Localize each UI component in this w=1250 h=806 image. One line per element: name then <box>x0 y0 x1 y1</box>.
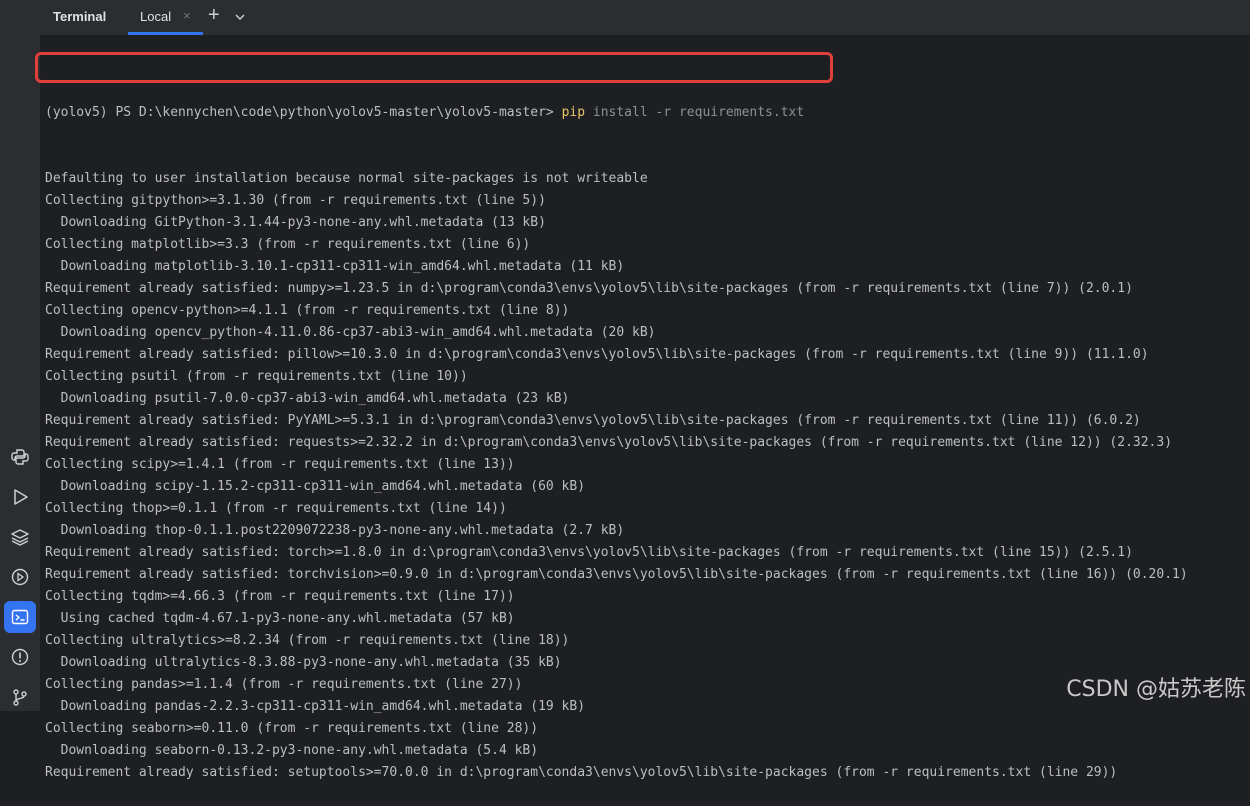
terminal-output-line: Collecting gitpython>=3.1.30 (from -r re… <box>45 193 546 208</box>
tool-window-sidebar <box>0 0 41 711</box>
terminal-output-line: Collecting tqdm>=4.66.3 (from -r require… <box>45 589 515 604</box>
terminal-output-line: Downloading scipy-1.15.2-cp311-cp311-win… <box>45 479 586 494</box>
git-icon[interactable] <box>4 681 36 713</box>
terminal-output-line: Downloading GitPython-3.1.44-py3-none-an… <box>45 215 546 230</box>
chevron-down-icon[interactable] <box>234 11 246 26</box>
terminal-output-line: Requirement already satisfied: pillow>=1… <box>45 347 1149 362</box>
active-tab-indicator <box>128 32 203 35</box>
tab-local[interactable]: Local × <box>128 0 203 35</box>
terminal-output-line: Downloading psutil-7.0.0-cp37-abi3-win_a… <box>45 391 570 406</box>
terminal-output-line: Collecting ultralytics>=8.2.34 (from -r … <box>45 633 570 648</box>
terminal-output-line: Requirement already satisfied: torchvisi… <box>45 567 1188 582</box>
terminal-tab-bar: Terminal Local × + <box>40 0 1250 36</box>
terminal-output-line: Downloading thop-0.1.1.post2209072238-py… <box>45 523 625 538</box>
python-console-icon[interactable] <box>4 441 36 473</box>
terminal-output-line: Collecting thop>=0.1.1 (from -r requirem… <box>45 501 507 516</box>
terminal-output-line: Using cached tqdm-4.67.1-py3-none-any.wh… <box>45 611 515 626</box>
terminal-output-line: Collecting matplotlib>=3.3 (from -r requ… <box>45 237 531 252</box>
command-line: (yolov5) PS D:\kennychen\code\python\yol… <box>45 102 1250 124</box>
terminal-icon[interactable] <box>4 601 36 633</box>
terminal-output-line: Requirement already satisfied: setuptool… <box>45 765 1118 780</box>
terminal-output-line: Collecting opencv-python>=4.1.1 (from -r… <box>45 303 570 318</box>
terminal-output-line: Collecting psutil (from -r requirements.… <box>45 369 468 384</box>
command-name: pip <box>561 105 586 120</box>
terminal-output-line: Collecting scipy>=1.4.1 (from -r require… <box>45 457 515 472</box>
terminal-output-line: Downloading opencv_python-4.11.0.86-cp37… <box>45 325 656 340</box>
tab-label: Local <box>140 9 172 24</box>
layers-icon[interactable] <box>4 521 36 553</box>
shell-prompt: (yolov5) PS D:\kennychen\code\python\yol… <box>45 105 562 120</box>
add-tab-icon[interactable]: + <box>208 5 220 25</box>
tool-window-title: Terminal <box>53 9 107 24</box>
run-icon[interactable] <box>4 481 36 513</box>
services-icon[interactable] <box>4 561 36 593</box>
terminal-output-line: Downloading matplotlib-3.10.1-cp311-cp31… <box>45 259 625 274</box>
problems-icon[interactable] <box>4 641 36 673</box>
terminal-output-line: Collecting seaborn>=0.11.0 (from -r requ… <box>45 721 539 736</box>
close-icon[interactable]: × <box>183 8 191 23</box>
command-args: install -r requirements.txt <box>585 105 805 120</box>
watermark: CSDN @姑苏老陈 <box>1066 677 1246 702</box>
terminal-output-line: Requirement already satisfied: torch>=1.… <box>45 545 1133 560</box>
terminal-output-line: Requirement already satisfied: PyYAML>=5… <box>45 413 1141 428</box>
terminal-output-line: Defaulting to user installation because … <box>45 171 648 186</box>
terminal-output-line: Requirement already satisfied: numpy>=1.… <box>45 281 1133 296</box>
terminal-output-line: Downloading seaborn-0.13.2-py3-none-any.… <box>45 743 539 758</box>
terminal-output-line: Requirement already satisfied: requests>… <box>45 435 1173 450</box>
